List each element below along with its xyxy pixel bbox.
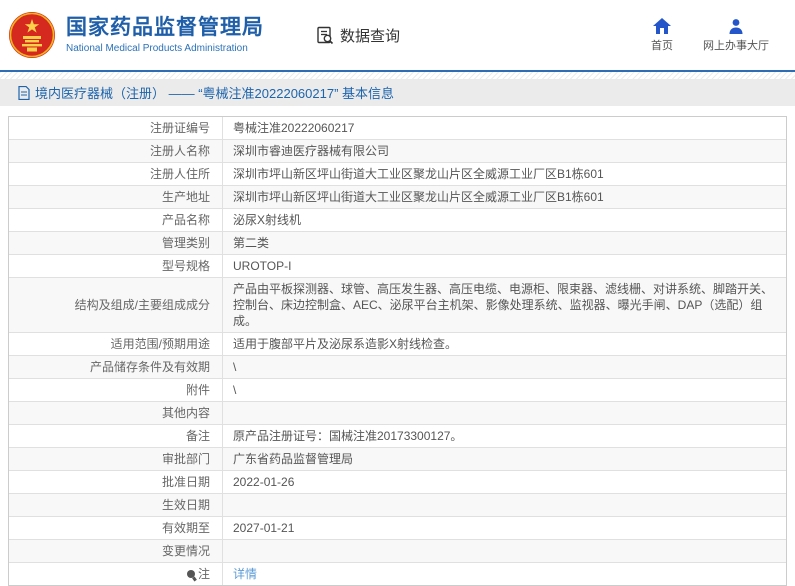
- row-label: 附件: [9, 379, 223, 401]
- header-nav: 首页 网上办事大厅: [651, 18, 783, 53]
- row-label: 审批部门: [9, 448, 223, 470]
- national-emblem-icon: [8, 11, 56, 59]
- row-label: 注册人住所: [9, 163, 223, 185]
- table-row: 变更情况: [9, 540, 786, 563]
- row-value: \: [223, 356, 786, 378]
- table-row: 注册证编号粤械注准20222060217: [9, 117, 786, 140]
- row-label: 批准日期: [9, 471, 223, 493]
- table-row: 产品名称泌尿X射线机: [9, 209, 786, 232]
- data-query-link[interactable]: 数据查询: [316, 25, 400, 46]
- row-value: 2022-01-26: [223, 471, 786, 493]
- table-row: 生效日期: [9, 494, 786, 517]
- user-icon: [728, 18, 744, 34]
- nav-service-hall-label: 网上办事大厅: [703, 37, 769, 53]
- row-label: 生产地址: [9, 186, 223, 208]
- row-value: \: [223, 379, 786, 401]
- org-name-en: National Medical Products Administration: [66, 43, 264, 55]
- nav-service-hall[interactable]: 网上办事大厅: [703, 18, 769, 53]
- row-value: 产品由平板探测器、球管、高压发生器、高压电缆、电源柜、限束器、滤线栅、对讲系统、…: [223, 278, 786, 332]
- row-value: 深圳市睿迪医疗器械有限公司: [223, 140, 786, 162]
- row-label: 产品储存条件及有效期: [9, 356, 223, 378]
- row-label: 生效日期: [9, 494, 223, 516]
- table-row: 有效期至2027-01-21: [9, 517, 786, 540]
- row-label: 有效期至: [9, 517, 223, 539]
- org-name-cn: 国家药品监督管理局: [66, 16, 264, 40]
- row-value: 粤械注准20222060217: [223, 117, 786, 139]
- row-label: 管理类别: [9, 232, 223, 254]
- table-row: 产品储存条件及有效期\: [9, 356, 786, 379]
- data-query-label: 数据查询: [340, 25, 400, 46]
- row-label: 产品名称: [9, 209, 223, 231]
- row-label: 变更情况: [9, 540, 223, 562]
- row-value: 原产品注册证号：国械注准20173300127。: [223, 425, 786, 447]
- row-label: 注册人名称: [9, 140, 223, 162]
- table-row: 注册人住所深圳市坪山新区坪山街道大工业区聚龙山片区全威源工业厂区B1栋601: [9, 163, 786, 186]
- detail-link[interactable]: 详情: [233, 567, 257, 581]
- info-table: 注册证编号粤械注准20222060217注册人名称深圳市睿迪医疗器械有限公司注册…: [8, 116, 787, 586]
- document-icon: [18, 86, 30, 100]
- row-label: 适用范围/预期用途: [9, 333, 223, 355]
- row-label: 型号规格: [9, 255, 223, 277]
- table-row: 备注原产品注册证号：国械注准20173300127。: [9, 425, 786, 448]
- table-row: 附件\: [9, 379, 786, 402]
- table-row: 型号规格UROTOP-I: [9, 255, 786, 278]
- table-row: 注册人名称深圳市睿迪医疗器械有限公司: [9, 140, 786, 163]
- row-value: 适用于腹部平片及泌尿系造影X射线检查。: [223, 333, 786, 355]
- row-value: [223, 502, 786, 508]
- site-header: 国家药品监督管理局 National Medical Products Admi…: [0, 0, 795, 70]
- row-value: UROTOP-I: [223, 255, 786, 277]
- breadcrumb: 境内医疗器械（注册） —— “粤械注准20222060217” 基本信息: [0, 79, 795, 106]
- nav-home-label: 首页: [651, 37, 673, 53]
- table-row: 批准日期2022-01-26: [9, 471, 786, 494]
- row-value: [223, 410, 786, 416]
- row-label: 结构及组成/主要组成成分: [9, 278, 223, 332]
- home-icon: [653, 18, 671, 34]
- row-label: 备注: [9, 425, 223, 447]
- org-title-block: 国家药品监督管理局 National Medical Products Admi…: [66, 16, 264, 55]
- table-row: 适用范围/预期用途适用于腹部平片及泌尿系造影X射线检查。: [9, 333, 786, 356]
- table-row: 结构及组成/主要组成成分产品由平板探测器、球管、高压发生器、高压电缆、电源柜、限…: [9, 278, 786, 333]
- table-row: 其他内容: [9, 402, 786, 425]
- row-value: 第二类: [223, 232, 786, 254]
- table-row: 管理类别第二类: [9, 232, 786, 255]
- hatch-band: [0, 72, 795, 79]
- nav-home[interactable]: 首页: [651, 18, 673, 53]
- row-value: [223, 548, 786, 554]
- row-label: 注册证编号: [9, 117, 223, 139]
- row-value: 泌尿X射线机: [223, 209, 786, 231]
- table-row: 审批部门广东省药品监督管理局: [9, 448, 786, 471]
- lightbulb-icon: [187, 570, 195, 578]
- row-label: 其他内容: [9, 402, 223, 424]
- table-row: 生产地址深圳市坪山新区坪山街道大工业区聚龙山片区全威源工业厂区B1栋601: [9, 186, 786, 209]
- row-value: 深圳市坪山新区坪山街道大工业区聚龙山片区全威源工业厂区B1栋601: [223, 163, 786, 185]
- row-value: 深圳市坪山新区坪山街道大工业区聚龙山片区全威源工业厂区B1栋601: [223, 186, 786, 208]
- page-title: 境内医疗器械（注册） —— “粤械注准20222060217” 基本信息: [35, 83, 394, 102]
- row-value: 2027-01-21: [223, 517, 786, 539]
- document-search-icon: [316, 26, 335, 45]
- row-value: 广东省药品监督管理局: [223, 448, 786, 470]
